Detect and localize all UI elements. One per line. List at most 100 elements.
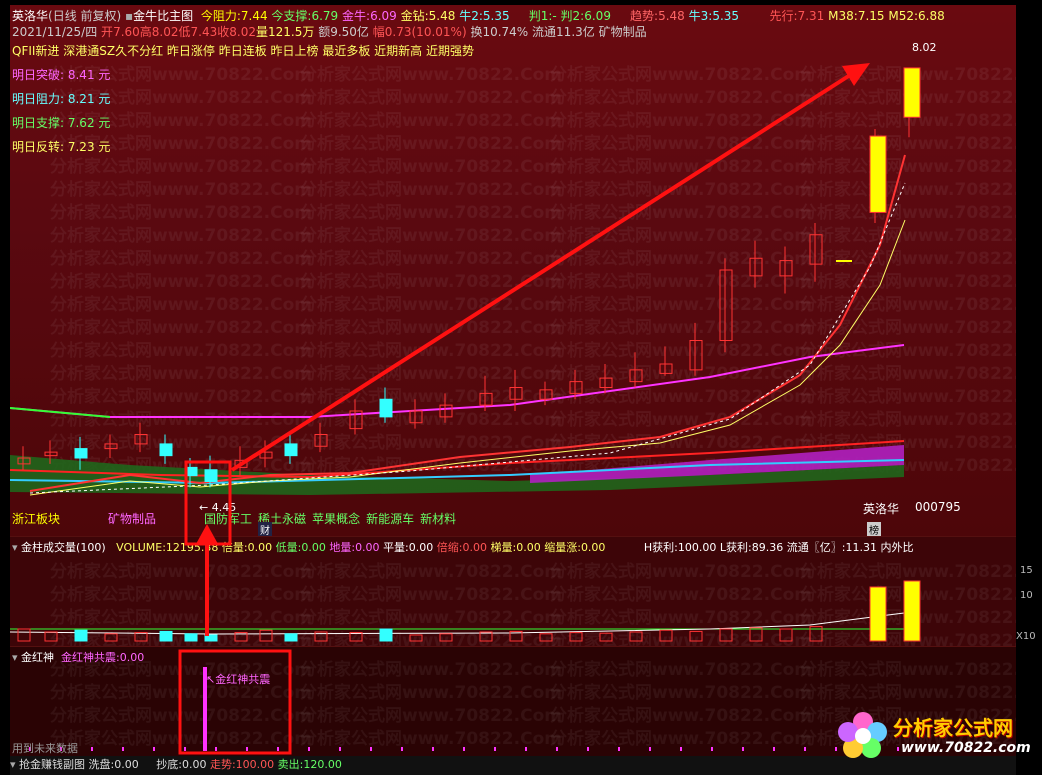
candle-body	[204, 469, 218, 482]
header-row: 英洛华(日线 前复权) ▪金牛比主图 今阻力:7.44 今支撑:6.79 金牛:…	[12, 7, 945, 24]
candle-body	[903, 67, 921, 118]
candle-body	[74, 448, 88, 459]
future-data-note: 用到未来数据	[12, 742, 78, 755]
sector-tag[interactable]: 国防军工	[204, 512, 252, 526]
today-resist-label: 今阻力:	[200, 9, 241, 23]
volume-pane[interactable]: 分析家公式网www.70822.Com 分析家公式网www.70822.Com 分析…	[10, 536, 1042, 651]
volume-bar	[184, 633, 198, 642]
level-label: 明日突破:	[12, 68, 65, 82]
close-label: 收	[217, 25, 230, 39]
volume-bar	[569, 632, 583, 642]
main-chart-pane[interactable]: 分析家公式网www.70822.Com 分析家公式网www.70822.Com 分析…	[10, 5, 1042, 537]
high-price-marker: 8.02	[912, 41, 937, 54]
volume-header: ▾ 金柱成交量(100) VOLUME:12195.38 倍量:0.00 低量:…	[12, 539, 913, 555]
jinniu-value: 6.09	[370, 9, 397, 23]
logo-url: www.70822.com	[901, 740, 1031, 756]
volume-bar	[599, 632, 613, 642]
m52-label: M52:	[888, 9, 919, 23]
suoliang-value: 0.00	[580, 541, 606, 554]
float-label: 流通〖亿〗:	[786, 541, 846, 554]
candle-body	[134, 434, 148, 445]
amount-value: 9.50亿	[330, 25, 369, 39]
dropdown-icon[interactable]: ▪	[125, 9, 133, 23]
level-label: 明日反转:	[12, 140, 65, 154]
site-logo[interactable]: 分析家公式网 www.70822.com	[835, 708, 1031, 764]
beisuo-label: 倍缩:	[436, 541, 463, 554]
volume-bar	[74, 629, 88, 642]
diliang2-label: 地量:	[329, 541, 356, 554]
tiliang-value: 0.00	[516, 541, 541, 554]
candle-body	[749, 257, 763, 277]
beiliang-label: 倍量:	[221, 541, 248, 554]
chaodi-label: 抄底:	[156, 758, 182, 771]
level-value: 8.41 元	[64, 68, 111, 82]
app-window: 分析家公式网www.70822.Com 分析家公式网www.70822.Com 分析…	[0, 0, 1042, 775]
sector-tag[interactable]: 新能源车	[366, 512, 414, 526]
lprofit-value: 89.36	[751, 541, 784, 554]
volume-bar	[284, 633, 298, 642]
collapse-icon[interactable]: ▾	[12, 541, 18, 554]
xianxing-value: 7.31	[797, 9, 825, 23]
signal-label: 金红神共震:	[61, 651, 120, 664]
m52-value: 6.88	[918, 9, 945, 23]
badge-cai[interactable]: 财	[258, 522, 272, 537]
sector-tag[interactable]: 新材料	[420, 512, 456, 526]
volume-title[interactable]: 金柱成交量(100)	[21, 541, 106, 554]
amount-label: 额	[318, 25, 331, 39]
today-support-value: 6.79	[311, 9, 339, 23]
quote-date: 2021/11/25/四	[12, 25, 98, 39]
candle-body	[159, 443, 173, 457]
logo-name: 分析家公式网	[893, 716, 1013, 740]
trend-label: 趋势:	[630, 9, 659, 23]
jinzuan-value: 5.48	[428, 9, 456, 23]
hprofit-label: H获利:	[643, 541, 678, 554]
axis-tick: X10	[1016, 631, 1036, 642]
level-row: 明日反转: 7.23 元	[12, 138, 110, 155]
open-value: 7.60	[113, 25, 140, 39]
level-value: 8.21 元	[64, 92, 111, 106]
volume-bar	[689, 630, 703, 642]
candle-body	[779, 260, 793, 277]
pan2-value: 6.09	[584, 9, 611, 23]
collapse-icon[interactable]: ▾	[12, 651, 18, 664]
hprofit-value: 100.00	[677, 541, 717, 554]
turnover-value: 换10.74%	[470, 25, 529, 39]
candle-body	[659, 363, 673, 374]
volume-bar	[159, 630, 173, 642]
ma-green-line	[10, 407, 111, 418]
beiliang-value: 0.00	[247, 541, 273, 554]
low-value: 7.43	[190, 25, 218, 39]
pan2-label: 判2:	[560, 9, 585, 23]
candle-body	[439, 404, 453, 418]
volume-value: 12195.38	[165, 541, 219, 554]
candle-body	[809, 234, 823, 265]
trend-value: 5.48	[658, 9, 685, 23]
neiwai-label: 内外比	[880, 541, 914, 554]
badge-bang[interactable]: 榜	[867, 522, 881, 537]
bottom-title[interactable]: 抢金赚钱副图	[19, 758, 85, 771]
xianxing-label: 先行:	[769, 9, 798, 23]
stock-tag-code: 000795	[915, 500, 961, 514]
collapse-icon[interactable]: ▾	[10, 758, 16, 771]
indicator-name[interactable]: 金牛比主图	[133, 9, 193, 23]
low-label: 低	[178, 25, 191, 39]
signal-annotation: ↖金红神共震	[206, 673, 271, 686]
tags-row: QFII新进 深港通SZ久不分红 昨日涨停 昨日连板 昨日上榜 最近多板 近期新…	[12, 44, 474, 58]
change-label: 幅	[372, 25, 385, 39]
sector-tag[interactable]: 苹果概念	[312, 512, 360, 526]
candle-body	[314, 434, 328, 447]
sector-tag[interactable]: 矿物制品	[108, 512, 156, 526]
volume-bar	[17, 628, 31, 642]
period-label[interactable]: (日线 前复权)	[48, 9, 121, 23]
niu3-value: 5.35	[712, 9, 740, 23]
sector-tag[interactable]: 浙江板块	[12, 512, 60, 526]
quote-row: 2021/11/25/四 开7.60高8.02低7.43收8.02量121.5万…	[12, 23, 647, 40]
zoushi-value: 100.00	[235, 758, 275, 771]
indicator-title[interactable]: 金红神	[21, 651, 54, 664]
candlestick-chart[interactable]	[10, 5, 1016, 536]
level-label: 明日阻力:	[12, 92, 65, 106]
candle-body	[509, 387, 523, 400]
ma-long-line	[10, 344, 905, 418]
indicator-header: ▾ 金红神 金红神共震:0.00	[12, 649, 144, 665]
jinniu-label: 金牛:	[342, 9, 371, 23]
